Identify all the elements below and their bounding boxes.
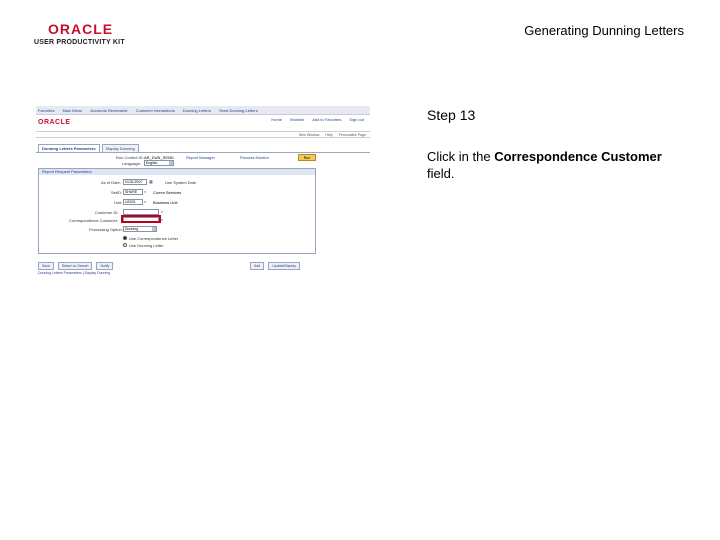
save-button[interactable]: Save xyxy=(38,262,54,270)
instruction-suffix: field. xyxy=(427,166,455,181)
slide-title: Generating Dunning Letters xyxy=(524,23,684,38)
unit-description: Business Unit xyxy=(153,200,178,205)
report-manager-link[interactable]: Report Manager xyxy=(186,155,215,160)
top-links: Home Worklist Add to Favorites Sign out xyxy=(271,117,364,122)
nav-item[interactable]: Main Menu xyxy=(62,108,82,113)
app-logo: ORACLE xyxy=(38,119,71,126)
tab-dunning-parameters[interactable]: Dunning Letters Parameters xyxy=(38,144,100,152)
signout-link[interactable]: Sign out xyxy=(349,117,364,122)
logo-brand: ORACLE xyxy=(48,21,114,37)
menu-bar: Favorites Main Menu Accounts Receivable … xyxy=(36,106,370,115)
help-link[interactable]: Help xyxy=(325,133,332,137)
language-label: Language: xyxy=(122,161,141,166)
bottom-left-buttons: Save Return to Search Notify xyxy=(38,262,114,270)
run-control-label: Run Control ID: xyxy=(116,155,144,160)
as-of-date-field[interactable]: 01/31/2007 xyxy=(123,179,147,185)
radio-correspondence[interactable] xyxy=(123,236,127,240)
new-window-link[interactable]: New Window xyxy=(299,133,319,137)
step-title: Step 13 xyxy=(427,107,476,123)
return-to-search-button[interactable]: Return to Search xyxy=(57,262,93,270)
step-instruction: Click in the Correspondence Customer fie… xyxy=(427,148,667,182)
processing-option-label: Processing Option: xyxy=(89,227,123,232)
as-of-date-label: As of Date: xyxy=(101,180,121,185)
brand-bar: ORACLE Home Worklist Add to Favorites Si… xyxy=(36,115,370,131)
unit-label: Unit: xyxy=(114,200,123,205)
nav-item[interactable]: Dunning Letters xyxy=(183,108,211,113)
customer-id-label: Customer ID: xyxy=(95,210,119,215)
nav-item[interactable]: Accounts Receivable xyxy=(90,108,127,113)
click-target-highlight xyxy=(121,215,161,223)
footer-links[interactable]: Dunning Letters Parameters | Display Dun… xyxy=(38,271,110,275)
add-button[interactable]: Add xyxy=(250,262,265,270)
setid-field[interactable]: SHARE xyxy=(123,189,143,195)
run-control-row: Run Control ID: AR_DUN_SEND Report Manag… xyxy=(36,152,370,166)
calendar-icon[interactable]: ▦ xyxy=(149,179,153,184)
update-display-button[interactable]: Update/Display xyxy=(268,262,300,270)
use-system-date-label: Use System Date xyxy=(165,180,197,185)
page-toolbar: New Window Help Personalize Page xyxy=(36,131,370,138)
nav-item[interactable]: Send Dunning Letters xyxy=(219,108,258,113)
tab-display-dunning[interactable]: Display Dunning xyxy=(101,144,139,152)
radio-correspondence-label: Use Correspondence Letter xyxy=(129,236,179,241)
radio-dunning[interactable] xyxy=(123,243,127,247)
page-tabs: Dunning Letters Parameters Display Dunni… xyxy=(38,144,370,152)
correspondence-customer-label: Correspondence Customer: xyxy=(69,218,119,223)
setid-description: Comm Services xyxy=(153,190,182,195)
report-parameters-group: Report Request Parameters As of Date: 01… xyxy=(38,168,316,254)
instruction-prefix: Click in the xyxy=(427,149,495,164)
unit-field[interactable]: US001 xyxy=(123,199,143,205)
setid-label: SetID: xyxy=(111,190,123,195)
notify-button[interactable]: Notify xyxy=(96,262,114,270)
process-monitor-link[interactable]: Process Monitor xyxy=(240,155,269,160)
lookup-icon[interactable]: ⌕ xyxy=(161,209,163,214)
group-title: Report Request Parameters xyxy=(39,169,315,175)
radio-dunning-label: Use Dunning Letter xyxy=(129,243,164,248)
home-link[interactable]: Home xyxy=(271,117,282,122)
personalize-link[interactable]: Personalize Page xyxy=(339,133,366,137)
lookup-icon[interactable]: ⌕ xyxy=(144,199,146,204)
logo-product: USER PRODUCTIVITY KIT xyxy=(34,39,125,46)
lookup-icon[interactable]: ⌕ xyxy=(161,217,163,222)
run-button[interactable]: Run xyxy=(298,154,316,161)
instruction-target: Correspondence Customer xyxy=(494,149,662,164)
language-select[interactable]: English xyxy=(144,160,174,166)
worklist-link[interactable]: Worklist xyxy=(290,117,304,122)
nav-item[interactable]: Customer Interactions xyxy=(136,108,175,113)
bottom-right-buttons: Add Update/Display xyxy=(250,262,300,270)
favorites-link[interactable]: Add to Favorites xyxy=(312,117,341,122)
lookup-icon[interactable]: ⌕ xyxy=(144,189,146,194)
oracle-upk-logo: ORACLE USER PRODUCTIVITY KIT xyxy=(34,22,134,46)
processing-option-select[interactable]: Dunning xyxy=(123,226,157,232)
nav-item[interactable]: Favorites xyxy=(38,108,54,113)
peoplesoft-screenshot: Favorites Main Menu Accounts Receivable … xyxy=(36,106,370,278)
